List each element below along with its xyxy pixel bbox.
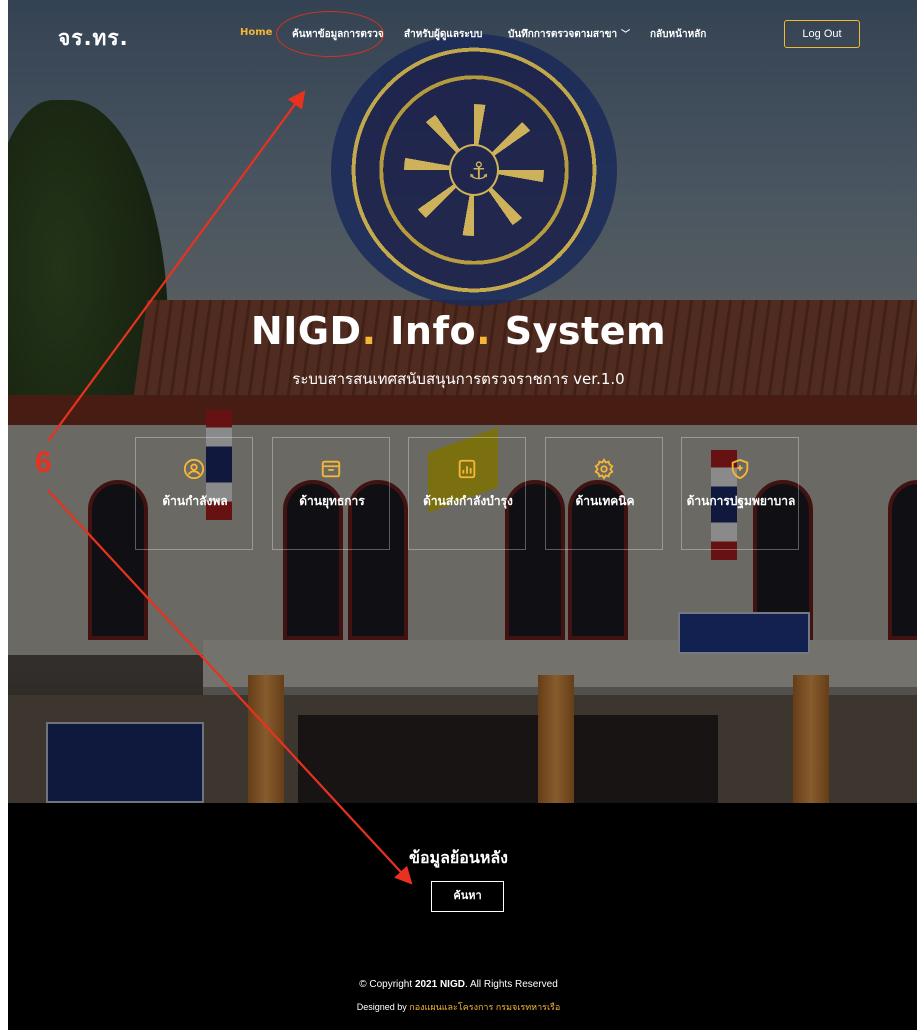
- designed-by-org-link[interactable]: กองแผนและโครงการ กรมจเรทหารเรือ: [409, 1002, 560, 1012]
- card-technical-label: ด้านเทคนิค: [575, 494, 635, 508]
- card-logistics-label: ด้านส่งกำลังบำรุง: [423, 494, 513, 508]
- annotation-circle: [276, 11, 384, 57]
- card-operations-label: ด้านยุทธการ: [299, 494, 365, 508]
- hero-title-part2: Info: [390, 309, 477, 353]
- logout-button[interactable]: Log Out: [784, 20, 860, 48]
- chevron-down-icon: ﹀: [621, 30, 631, 40]
- designed-by-text: Designed by กองแผนและโครงการ กรมจเรทหารเ…: [0, 1000, 917, 1014]
- brand-logo-text[interactable]: จร.ทร.: [58, 22, 129, 55]
- shield-plus-icon: [682, 458, 798, 484]
- hero-title-dot: .: [476, 309, 492, 353]
- hero-section: ⚓: [8, 0, 917, 803]
- card-personnel[interactable]: ด้านกำลังพล: [135, 437, 253, 550]
- history-title: ข้อมูลย้อนหลัง: [409, 848, 508, 867]
- card-personnel-label: ด้านกำลังพล: [162, 494, 228, 508]
- person-circle-icon: [136, 458, 252, 484]
- copyright-prefix: © Copyright: [359, 979, 415, 990]
- nav-admin[interactable]: สำหรับผู้ดูแลระบบ: [404, 27, 482, 42]
- hero-title-dot: .: [361, 309, 377, 353]
- hero-title-part1: NIGD: [250, 309, 362, 353]
- card-first-aid[interactable]: ด้านการปฐมพยาบาล: [681, 437, 799, 550]
- navy-inspector-emblem: ⚓: [331, 34, 617, 306]
- annotation-step-number: 6: [35, 446, 52, 479]
- card-first-aid-label: ด้านการปฐมพยาบาล: [686, 494, 796, 508]
- copyright-brand: 2021 NIGD: [414, 979, 465, 990]
- hero-subtitle: ระบบสารสนเทศสนับสนุนการตรวจราชการ ver.1.…: [292, 370, 625, 388]
- copyright-text: © Copyright 2021 NIGD. All Rights Reserv…: [0, 979, 917, 990]
- history-search-button[interactable]: ค้นหา: [431, 881, 504, 912]
- nav-branch-records-label: บันทึกการตรวจตามสาขา: [508, 29, 618, 40]
- designed-by-prefix: Designed by: [356, 1002, 410, 1012]
- chart-bars-icon: [409, 458, 525, 484]
- hero-title-part3: System: [504, 309, 667, 353]
- copyright-suffix: . All Rights Reserved: [464, 979, 558, 990]
- gear-icon: [546, 458, 662, 484]
- card-operations[interactable]: ด้านยุทธการ: [272, 437, 390, 550]
- top-navbar: จร.ทร. Home ค้นหาข้อมูลการตรวจ สำหรับผู้…: [0, 0, 909, 68]
- card-logistics[interactable]: ด้านส่งกำลังบำรุง: [408, 437, 526, 550]
- hero-title: NIGD. Info. System: [0, 309, 917, 353]
- nav-branch-records[interactable]: บันทึกการตรวจตามสาขา ﹀: [508, 27, 630, 42]
- card-technical[interactable]: ด้านเทคนิค: [545, 437, 663, 550]
- nav-back-main[interactable]: กลับหน้าหลัก: [650, 27, 706, 42]
- archive-box-icon: [273, 458, 389, 484]
- nav-home[interactable]: Home: [240, 27, 272, 38]
- anchor-icon: ⚓: [468, 157, 490, 185]
